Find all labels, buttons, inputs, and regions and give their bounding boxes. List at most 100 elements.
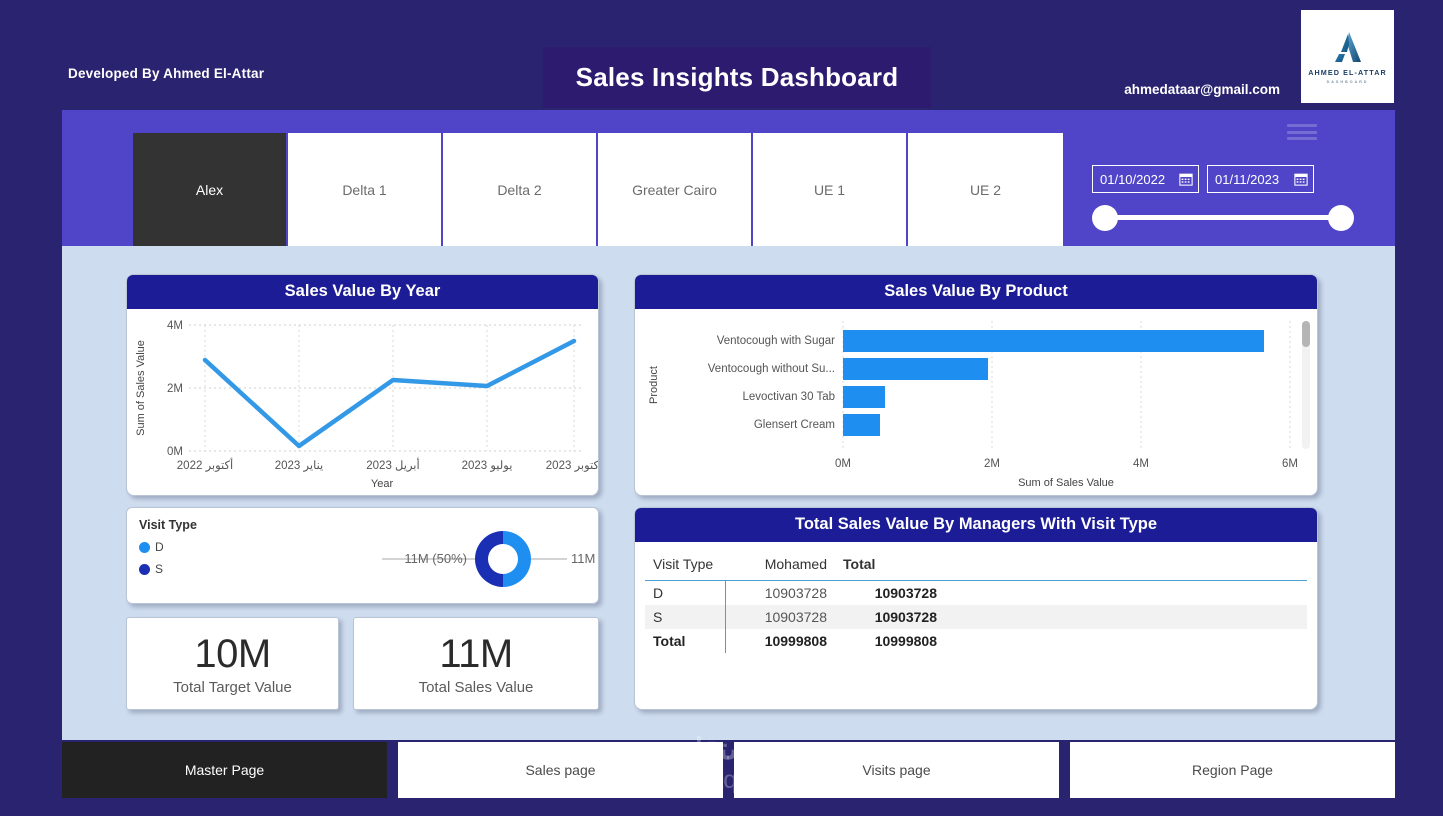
managers-table: Visit Type Mohamed Total D 10903728 1090… (645, 550, 1307, 653)
nav-region-page[interactable]: Region Page (1070, 742, 1395, 798)
bar-y-axis-title: Product (648, 366, 660, 404)
x-tick-4: أكتوبر 2023 (546, 457, 598, 472)
y-tick-4m: 4M (167, 320, 183, 332)
date-range-slider[interactable] (1092, 205, 1354, 231)
table-row[interactable]: S 10903728 10903728 (645, 605, 1307, 629)
legend-label-s: S (155, 562, 164, 576)
cell-mohamed: 10903728 (724, 580, 835, 605)
bar-cat-3: Glensert Cream (754, 419, 835, 431)
cell-mohamed: 10903728 (724, 605, 835, 629)
bar-chart[interactable]: Ventocough with Sugar Ventocough without… (635, 309, 1317, 496)
cell-filler (945, 605, 1307, 629)
bar-0 (843, 330, 1264, 352)
kpi-sales-value: 11M (439, 631, 513, 676)
y-tick-2m: 2M (167, 383, 183, 395)
table-header-row: Visit Type Mohamed Total (645, 550, 1307, 581)
calendar-icon[interactable] (1179, 172, 1193, 186)
bar-cat-1: Ventocough without Su... (708, 363, 835, 375)
nav-master-page[interactable]: Master Page (62, 742, 387, 798)
hamburger-icon[interactable] (1287, 124, 1317, 140)
cell-total-mohamed: 10999808 (724, 629, 835, 653)
donut-legend-title: Visit Type (139, 518, 197, 532)
cell-visit-type: S (645, 605, 725, 629)
x-tick-1: يناير 2023 (275, 459, 324, 472)
region-tab-ue-2[interactable]: UE 2 (908, 133, 1063, 246)
bar-x-tick-3: 6M (1282, 458, 1298, 470)
table-row[interactable]: D 10903728 10903728 (645, 580, 1307, 606)
managers-table-title: Total Sales Value By Managers With Visit… (635, 508, 1317, 542)
line-chart-svg: 4M 2M 0M Sum of Sales Value أكتوبر 2022 … (135, 320, 602, 490)
donut-legend-item-d[interactable]: D (139, 540, 586, 554)
donut-legend-item-s[interactable]: S (139, 562, 586, 576)
col-total[interactable]: Total (835, 550, 945, 581)
bar-x-tick-1: 2M (984, 458, 1000, 470)
x-tick-0: أكتوبر 2022 (177, 457, 233, 472)
slider-track (1102, 215, 1344, 220)
y-tick-0m: 0M (167, 446, 183, 458)
region-tab-greater-cairo[interactable]: Greater Cairo (598, 133, 753, 246)
cell-total: 10903728 (874, 585, 937, 601)
end-date-value: 01/11/2023 (1215, 171, 1280, 187)
logo-name: AHMED EL-ATTAR (1308, 67, 1387, 77)
cell-total-total: 10999808 (874, 633, 937, 649)
bar-3 (843, 414, 880, 436)
col-filler (945, 550, 1307, 581)
managers-visit-type-table-card: Total Sales Value By Managers With Visit… (634, 507, 1318, 710)
cell-filler (945, 629, 1307, 653)
start-date-field[interactable]: 01/10/2022 (1092, 165, 1199, 193)
logo-subtitle: DASHBOARD (1326, 79, 1369, 84)
developer-credit: Developed By Ahmed El-Attar (68, 66, 265, 81)
y-axis-title: Sum of Sales Value (135, 340, 147, 436)
bar-cat-2: Levoctivan 30 Tab (743, 391, 836, 403)
page-title: Sales Insights Dashboard (575, 62, 899, 92)
report-canvas: Sales Value By Year 4M 2M 0M Sum of Sale… (62, 246, 1395, 740)
x-tick-2: أبريل 2023 (366, 457, 419, 472)
contact-email: ahmedataar@gmail.com (1124, 82, 1280, 97)
x-tick-3: يوليو 2023 (462, 459, 513, 472)
start-date-value: 01/10/2022 (1100, 171, 1166, 187)
slider-handle-start[interactable] (1092, 205, 1118, 231)
cell-visit-type: D (653, 585, 664, 601)
kpi-total-sales-value[interactable]: 11M Total Sales Value (353, 617, 599, 710)
legend-swatch-d (139, 541, 150, 553)
bar-x-tick-0: 0M (835, 458, 851, 470)
kpi-target-value: 10M (194, 631, 271, 676)
brand-logo: AHMED EL-ATTAR DASHBOARD (1301, 10, 1394, 103)
bar-x-tick-2: 4M (1133, 458, 1149, 470)
sales-value-by-product-title: Sales Value By Product (635, 275, 1317, 309)
bar-chart-scrollbar[interactable] (1302, 321, 1310, 449)
x-axis-title: Year (371, 478, 394, 490)
slider-handle-end[interactable] (1328, 205, 1354, 231)
region-tab-delta-1[interactable]: Delta 1 (288, 133, 443, 246)
cell-filler (945, 581, 1307, 606)
filter-bar: Alex Delta 1 Delta 2 Greater Cairo UE 1 … (62, 110, 1395, 246)
bar-x-axis-title: Sum of Sales Value (1018, 477, 1114, 489)
sales-value-by-year-card: Sales Value By Year 4M 2M 0M Sum of Sale… (126, 274, 602, 496)
logo-a-mark (1334, 31, 1361, 62)
calendar-icon[interactable] (1294, 172, 1308, 186)
cell-total-label: Total (653, 633, 686, 649)
donut-chart[interactable]: Visit Type D S 11M (50%) 11M (127, 508, 634, 603)
region-tab-delta-2[interactable]: Delta 2 (443, 133, 598, 246)
line-chart[interactable]: 4M 2M 0M Sum of Sales Value أكتوبر 2022 … (127, 309, 602, 496)
kpi-total-target-value[interactable]: 10M Total Target Value (126, 617, 339, 710)
bar-cat-0: Ventocough with Sugar (717, 335, 835, 347)
cell-total: 10903728 (835, 605, 945, 629)
sales-value-by-product-card: Sales Value By Product Ventocough with S… (634, 274, 1318, 496)
kpi-target-label: Total Target Value (173, 678, 292, 696)
line-series-sales-value (202, 338, 577, 449)
col-mohamed[interactable]: Mohamed (725, 550, 835, 581)
nav-visits-page[interactable]: Visits page (734, 742, 1059, 798)
table-total-row[interactable]: Total 10999808 10999808 (645, 629, 1307, 653)
end-date-field[interactable]: 01/11/2023 (1207, 165, 1314, 193)
region-slicer: Alex Delta 1 Delta 2 Greater Cairo UE 1 … (133, 133, 1063, 246)
region-tab-alex[interactable]: Alex (133, 133, 288, 246)
region-tab-ue-1[interactable]: UE 1 (753, 133, 908, 246)
date-range-slicer: 01/10/2022 01/11/2023 (1092, 165, 1354, 231)
col-visit-type[interactable]: Visit Type (645, 550, 725, 581)
visit-type-donut-card: Visit Type D S 11M (50%) 11M (126, 507, 634, 604)
nav-sales-page[interactable]: Sales page (398, 742, 723, 798)
page-navigation: Master Page Sales page Visits page Regio… (62, 742, 1395, 798)
sales-value-by-year-title: Sales Value By Year (127, 275, 598, 309)
legend-label-d: D (155, 540, 164, 554)
